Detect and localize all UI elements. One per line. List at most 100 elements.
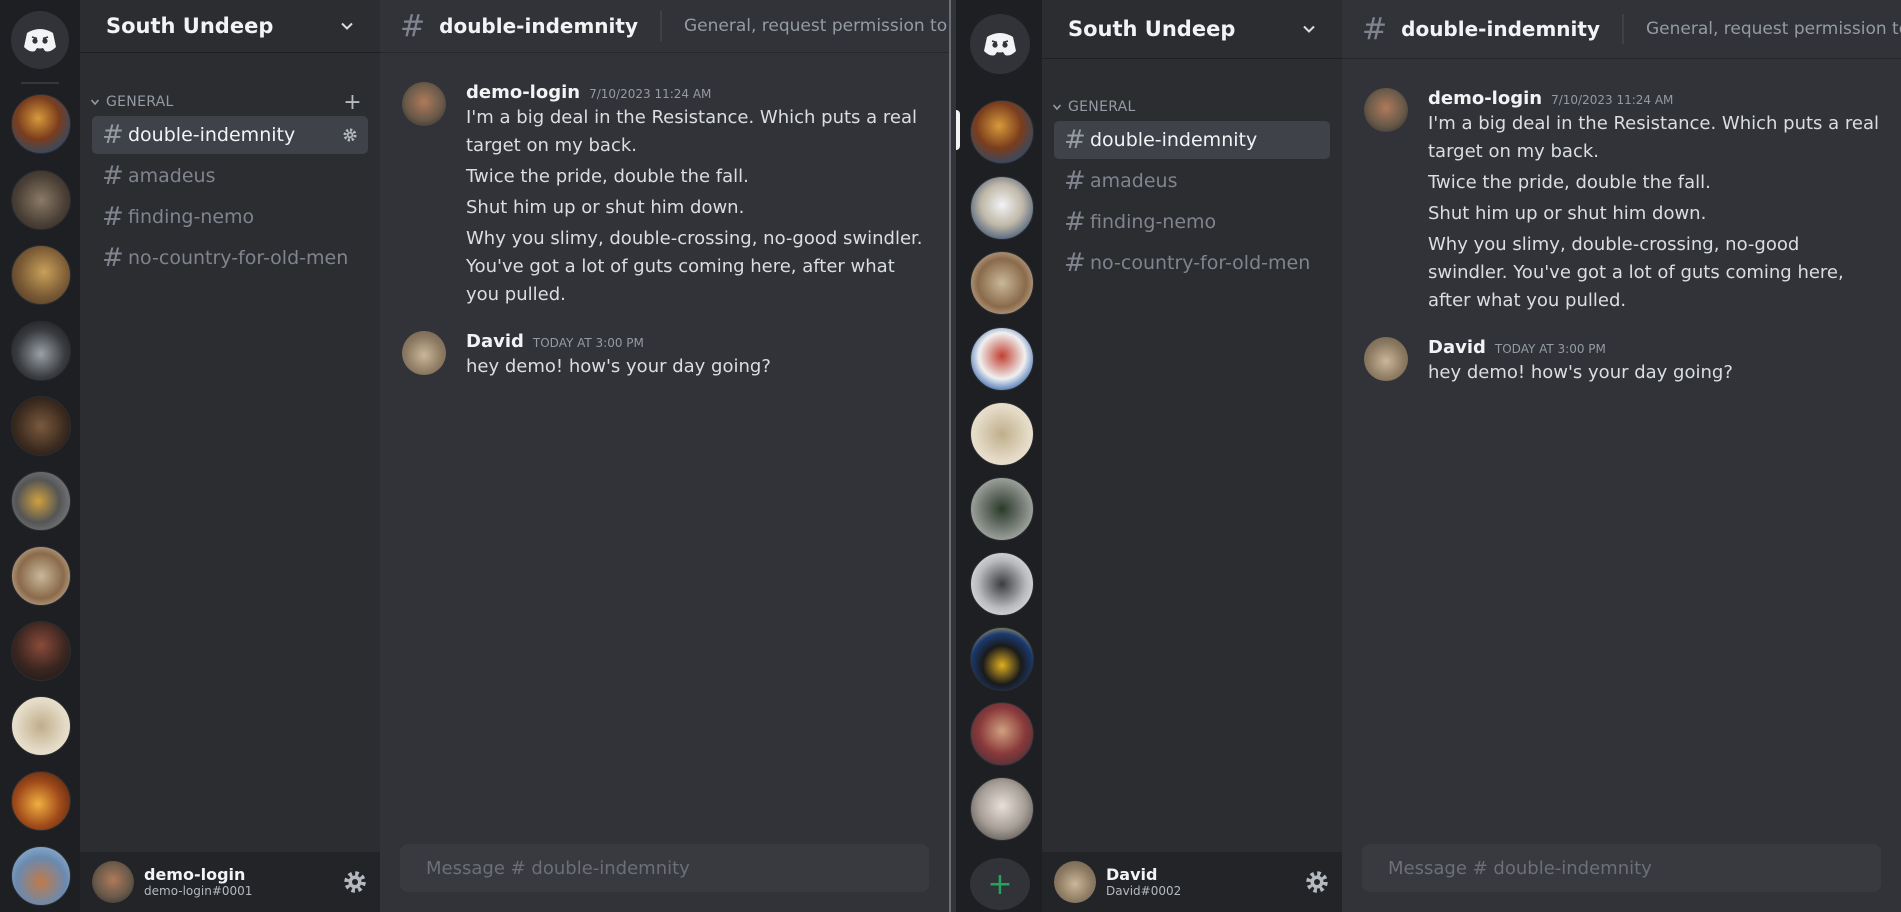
message: David TODAY AT 3:00 PM hey demo! how's y…	[402, 331, 929, 381]
user-tag: demo-login#0001	[144, 884, 253, 899]
channel-topic[interactable]: General, request permission to bea	[684, 16, 949, 36]
channel-item-finding-nemo[interactable]: # finding-nemo	[92, 198, 368, 236]
message-author[interactable]: demo-login	[1428, 88, 1542, 109]
avatar[interactable]	[1364, 88, 1408, 132]
channel-item-amadeus[interactable]: # amadeus	[92, 157, 368, 195]
message-input[interactable]	[424, 856, 905, 880]
message-author[interactable]: demo-login	[466, 82, 580, 103]
server-icon[interactable]	[11, 696, 71, 756]
avatar[interactable]	[402, 82, 446, 126]
message-text: Why you slimy, double-crossing, no-good …	[1428, 234, 1844, 311]
server-icon[interactable]	[970, 777, 1034, 841]
server-header[interactable]: South Undeep	[80, 0, 380, 52]
gear-icon[interactable]	[342, 869, 368, 895]
avatar[interactable]	[1054, 861, 1096, 903]
channel-item-double-indemnity[interactable]: # double-indemnity	[92, 116, 368, 154]
channel-list: # double-indemnity # amadeus # finding-n…	[80, 116, 380, 277]
chat-header: # double-indemnity General, request perm…	[380, 0, 949, 52]
message: David TODAY AT 3:00 PM hey demo! how's y…	[1364, 337, 1881, 387]
message-text: I'm a big deal in the Resistance. Which …	[1428, 113, 1880, 162]
channel-sidebar: South Undeep GENERAL + # double-indemnit…	[80, 0, 380, 912]
user-tag: David#0002	[1106, 884, 1182, 899]
hashtag-icon: #	[1064, 125, 1086, 155]
category-label: GENERAL	[1068, 99, 1136, 115]
discord-window-right: + South Undeep GENERAL # double-indemnit…	[951, 0, 1901, 912]
channel-list: # double-indemnity # amadeus # finding-n…	[1042, 121, 1342, 282]
server-rail: +	[956, 0, 1042, 912]
add-server-button[interactable]: +	[970, 858, 1030, 910]
channel-label: no-country-for-old-men	[1090, 252, 1311, 274]
channel-label: amadeus	[1090, 170, 1178, 192]
server-name: South Undeep	[1068, 17, 1236, 41]
channel-item-double-indemnity[interactable]: # double-indemnity	[1054, 121, 1330, 159]
channel-label: finding-nemo	[1090, 211, 1217, 233]
server-icon[interactable]	[970, 477, 1034, 541]
message-list: demo-login 7/10/2023 11:24 AM I'm a big …	[380, 52, 949, 381]
server-icon[interactable]	[11, 396, 71, 456]
channel-topic[interactable]: General, request permission to bea	[1646, 19, 1901, 39]
category-header[interactable]: GENERAL	[1042, 97, 1342, 117]
server-icon[interactable]	[11, 321, 71, 381]
home-button[interactable]	[970, 14, 1030, 74]
message-text: hey demo! how's your day going?	[466, 356, 771, 377]
channel-item-no-country-for-old-men[interactable]: # no-country-for-old-men	[1054, 244, 1330, 282]
message-composer[interactable]	[400, 844, 929, 892]
plus-icon[interactable]: +	[343, 90, 362, 115]
server-icon[interactable]	[11, 471, 71, 531]
server-icon[interactable]	[11, 846, 71, 906]
server-icon[interactable]	[11, 546, 71, 606]
message-text: Twice the pride, double the fall.	[1428, 172, 1711, 193]
server-icon[interactable]	[11, 621, 71, 681]
message-composer[interactable]	[1362, 844, 1881, 892]
server-header[interactable]: South Undeep	[1042, 0, 1342, 58]
server-icon[interactable]	[970, 251, 1034, 315]
avatar[interactable]	[1364, 337, 1408, 381]
category-label: GENERAL	[106, 94, 174, 110]
discord-logo-icon	[24, 29, 56, 52]
server-icon[interactable]	[11, 170, 71, 230]
message-timestamp: TODAY AT 3:00 PM	[1494, 342, 1606, 356]
channel-label: double-indemnity	[128, 124, 296, 146]
message-list: demo-login 7/10/2023 11:24 AM I'm a big …	[1342, 58, 1901, 387]
hashtag-icon: #	[102, 161, 124, 191]
channel-item-finding-nemo[interactable]: # finding-nemo	[1054, 203, 1330, 241]
channel-item-amadeus[interactable]: # amadeus	[1054, 162, 1330, 200]
server-icon[interactable]	[11, 94, 71, 154]
message: demo-login 7/10/2023 11:24 AM I'm a big …	[402, 82, 929, 309]
server-rail	[0, 0, 80, 912]
home-button[interactable]	[11, 11, 69, 69]
hashtag-icon: #	[102, 243, 124, 273]
server-icon[interactable]	[970, 176, 1034, 240]
message-author[interactable]: David	[466, 331, 524, 352]
server-icon[interactable]	[970, 552, 1034, 616]
channel-label: amadeus	[128, 165, 216, 187]
selected-server-indicator	[956, 110, 960, 150]
server-icon[interactable]	[11, 245, 71, 305]
server-icon[interactable]	[11, 771, 71, 831]
hashtag-icon: #	[1362, 11, 1388, 47]
server-icon[interactable]	[970, 100, 1034, 164]
avatar[interactable]	[402, 331, 446, 375]
header-divider	[1621, 14, 1624, 44]
channel-sidebar: South Undeep GENERAL # double-indemnity …	[1042, 0, 1342, 912]
channel-title: double-indemnity	[1401, 17, 1600, 41]
hashtag-icon: #	[1064, 166, 1086, 196]
category-header[interactable]: GENERAL +	[80, 90, 380, 115]
chevron-down-icon	[1303, 25, 1315, 33]
message-author[interactable]: David	[1428, 337, 1486, 358]
discord-window-left: South Undeep GENERAL + # double-indemnit…	[0, 0, 949, 912]
hashtag-icon: #	[400, 8, 426, 44]
user-panel: demo-login demo-login#0001	[80, 852, 380, 912]
server-icon[interactable]	[970, 627, 1034, 691]
server-icon[interactable]	[970, 402, 1034, 466]
avatar[interactable]	[92, 861, 134, 903]
server-icon[interactable]	[970, 702, 1034, 766]
message-input[interactable]	[1386, 856, 1857, 880]
gear-icon[interactable]	[1304, 869, 1330, 895]
message-text: Shut him up or shut him down.	[466, 197, 745, 218]
channel-item-no-country-for-old-men[interactable]: # no-country-for-old-men	[92, 239, 368, 277]
channel-label: no-country-for-old-men	[128, 247, 349, 269]
chat-area: # double-indemnity General, request perm…	[1342, 0, 1901, 912]
gear-icon[interactable]	[342, 127, 358, 143]
server-icon[interactable]	[970, 327, 1034, 391]
